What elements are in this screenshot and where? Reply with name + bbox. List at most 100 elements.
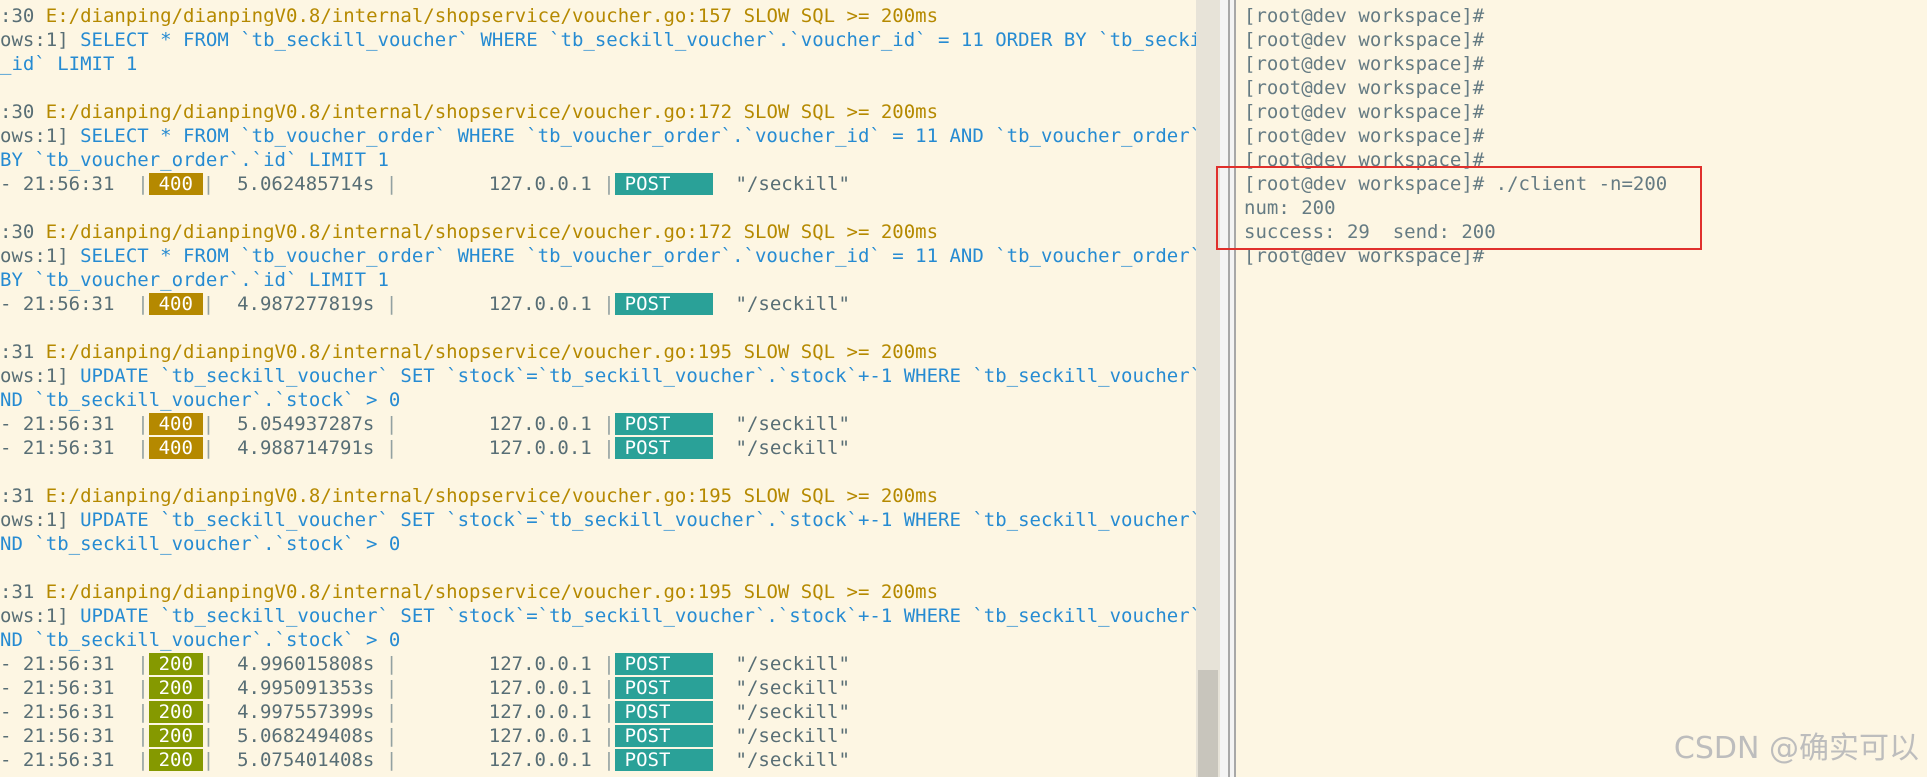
- sql-log-header-line: :30 E:/dianping/dianpingV0.8/internal/sh…: [0, 220, 938, 244]
- column-separator: |: [385, 725, 398, 747]
- client-ip: 127.0.0.1: [488, 173, 592, 195]
- slow-sql-tag: SLOW SQL >= 200ms: [743, 581, 939, 603]
- http-request-log-line: - 21:56:31 | 200 | 4.996015808s | 127.0.0.…: [0, 652, 850, 676]
- sql-log-query-continuation: BY `tb_voucher_order`.`id` LIMIT 1: [0, 148, 389, 172]
- column-separator: |: [202, 701, 215, 723]
- request-latency: 5.068249408s: [237, 725, 375, 747]
- column-separator: |: [385, 413, 398, 435]
- log-time: :31: [0, 341, 35, 363]
- shell-output-line: [root@dev workspace]#: [1244, 5, 1485, 27]
- source-path: E:/dianping/dianpingV0.8/internal/shopse…: [45, 101, 733, 123]
- slow-sql-tag: SLOW SQL >= 200ms: [743, 101, 939, 123]
- http-request-log-line: - 21:56:31 | 400 | 4.987277819s | 127.0.0.…: [0, 292, 850, 316]
- client-ip: 127.0.0.1: [488, 677, 592, 699]
- column-separator: |: [137, 677, 149, 699]
- http-request-log-line: - 21:56:31 | 200 | 5.068249408s | 127.0.0.…: [0, 724, 850, 748]
- client-ip: 127.0.0.1: [488, 437, 592, 459]
- source-path: E:/dianping/dianpingV0.8/internal/shopse…: [45, 485, 733, 507]
- sql-statement-continuation: BY `tb_voucher_order`.`id` LIMIT 1: [0, 269, 389, 291]
- slow-sql-tag: SLOW SQL >= 200ms: [743, 341, 939, 363]
- request-path: "/seckill": [735, 701, 850, 723]
- shell-output-line: [root@dev workspace]#: [1244, 125, 1485, 147]
- sql-statement: SELECT * FROM `tb_seckill_voucher` WHERE…: [80, 29, 1196, 51]
- scrollbar-thumb[interactable]: [1198, 670, 1218, 777]
- sql-rows-count: ows:1]: [0, 365, 69, 387]
- status-code-badge: 200: [148, 725, 203, 747]
- request-path: "/seckill": [735, 653, 850, 675]
- http-method-badge: POST: [614, 749, 713, 771]
- request-path: "/seckill": [735, 293, 850, 315]
- column-separator: |: [137, 173, 149, 195]
- sql-log-query-continuation: BY `tb_voucher_order`.`id` LIMIT 1: [0, 268, 389, 292]
- source-path: E:/dianping/dianpingV0.8/internal/shopse…: [45, 5, 733, 27]
- client-ip: 127.0.0.1: [488, 293, 592, 315]
- request-latency: 5.062485714s: [237, 173, 375, 195]
- request-latency: 4.997557399s: [237, 701, 375, 723]
- column-separator: |: [202, 293, 215, 315]
- slow-sql-tag: SLOW SQL >= 200ms: [743, 221, 939, 243]
- sql-statement-continuation: ND `tb_seckill_voucher`.`stock` > 0: [0, 629, 401, 651]
- sql-log-query-continuation: ND `tb_seckill_voucher`.`stock` > 0: [0, 388, 400, 412]
- http-request-log-line: - 21:56:31 | 400 | 4.988714791s | 127.0.0.…: [0, 436, 850, 460]
- right-terminal-pane[interactable]: [root@dev workspace]# [root@dev workspace…: [1236, 0, 1927, 777]
- left-terminal-scrollbar[interactable]: [1196, 0, 1220, 777]
- http-method-badge: POST: [614, 653, 713, 675]
- http-request-log-line: - 21:56:31 | 200 | 4.997557399s | 127.0.0.…: [0, 700, 850, 724]
- left-terminal-pane[interactable]: :30 E:/dianping/dianpingV0.8/internal/sh…: [0, 0, 1196, 777]
- column-separator: |: [202, 173, 215, 195]
- highlight-annotation-box: [1216, 166, 1702, 250]
- request-time: - 21:56:31: [0, 701, 115, 723]
- sql-log-query-line: ows:1] UPDATE `tb_seckill_voucher` SET `…: [0, 364, 1196, 388]
- column-separator: |: [202, 437, 215, 459]
- log-time: :31: [0, 581, 35, 603]
- source-path: E:/dianping/dianpingV0.8/internal/shopse…: [45, 341, 733, 363]
- status-code-badge: 400: [148, 173, 203, 195]
- client-ip: 127.0.0.1: [488, 653, 592, 675]
- log-time: :30: [0, 101, 35, 123]
- column-separator: |: [603, 749, 615, 771]
- client-ip: 127.0.0.1: [488, 725, 592, 747]
- sql-rows-count: ows:1]: [0, 509, 69, 531]
- http-method-badge: POST: [614, 293, 713, 315]
- sql-log-header-line: :31 E:/dianping/dianpingV0.8/internal/sh…: [0, 580, 938, 604]
- request-latency: 5.054937287s: [237, 413, 375, 435]
- http-method-badge: POST: [614, 437, 713, 459]
- sql-statement-continuation: ND `tb_seckill_voucher`.`stock` > 0: [0, 533, 401, 555]
- sql-statement-continuation: BY `tb_voucher_order`.`id` LIMIT 1: [0, 149, 389, 171]
- shell-output-line: [root@dev workspace]#: [1244, 77, 1485, 99]
- sql-statement: SELECT * FROM `tb_voucher_order` WHERE `…: [80, 125, 1196, 147]
- sql-statement: UPDATE `tb_seckill_voucher` SET `stock`=…: [80, 509, 1196, 531]
- column-separator: |: [137, 413, 149, 435]
- column-separator: |: [202, 677, 215, 699]
- sql-log-header-line: :30 E:/dianping/dianpingV0.8/internal/sh…: [0, 4, 938, 28]
- column-separator: |: [137, 437, 149, 459]
- column-separator: |: [603, 725, 615, 747]
- source-path: E:/dianping/dianpingV0.8/internal/shopse…: [45, 221, 733, 243]
- pane-divider: [1220, 0, 1228, 777]
- http-method-badge: POST: [614, 173, 713, 195]
- sql-rows-count: ows:1]: [0, 29, 69, 51]
- sql-statement: UPDATE `tb_seckill_voucher` SET `stock`=…: [80, 365, 1196, 387]
- watermark: CSDN @确实可以: [1673, 731, 1919, 766]
- client-ip: 127.0.0.1: [488, 701, 592, 723]
- shell-output-line: [root@dev workspace]#: [1244, 53, 1485, 75]
- column-separator: |: [385, 749, 398, 771]
- shell-output-line: [root@dev workspace]#: [1244, 29, 1485, 51]
- sql-log-query-line: ows:1] SELECT * FROM `tb_voucher_order` …: [0, 124, 1196, 148]
- sql-log-query-line: ows:1] UPDATE `tb_seckill_voucher` SET `…: [0, 604, 1196, 628]
- column-separator: |: [137, 725, 149, 747]
- log-time: :31: [0, 485, 35, 507]
- status-code-badge: 400: [148, 293, 203, 315]
- sql-rows-count: ows:1]: [0, 125, 69, 147]
- column-separator: |: [603, 437, 615, 459]
- request-latency: 4.995091353s: [237, 677, 375, 699]
- request-time: - 21:56:31: [0, 437, 115, 459]
- request-path: "/seckill": [735, 749, 850, 771]
- http-request-log-line: - 21:56:31 | 400 | 5.054937287s | 127.0.0.…: [0, 412, 850, 436]
- client-ip: 127.0.0.1: [488, 413, 592, 435]
- slow-sql-tag: SLOW SQL >= 200ms: [743, 5, 939, 27]
- status-code-badge: 200: [148, 749, 203, 771]
- slow-sql-tag: SLOW SQL >= 200ms: [743, 485, 939, 507]
- sql-log-query-continuation: _id` LIMIT 1: [0, 52, 137, 76]
- http-method-badge: POST: [614, 701, 713, 723]
